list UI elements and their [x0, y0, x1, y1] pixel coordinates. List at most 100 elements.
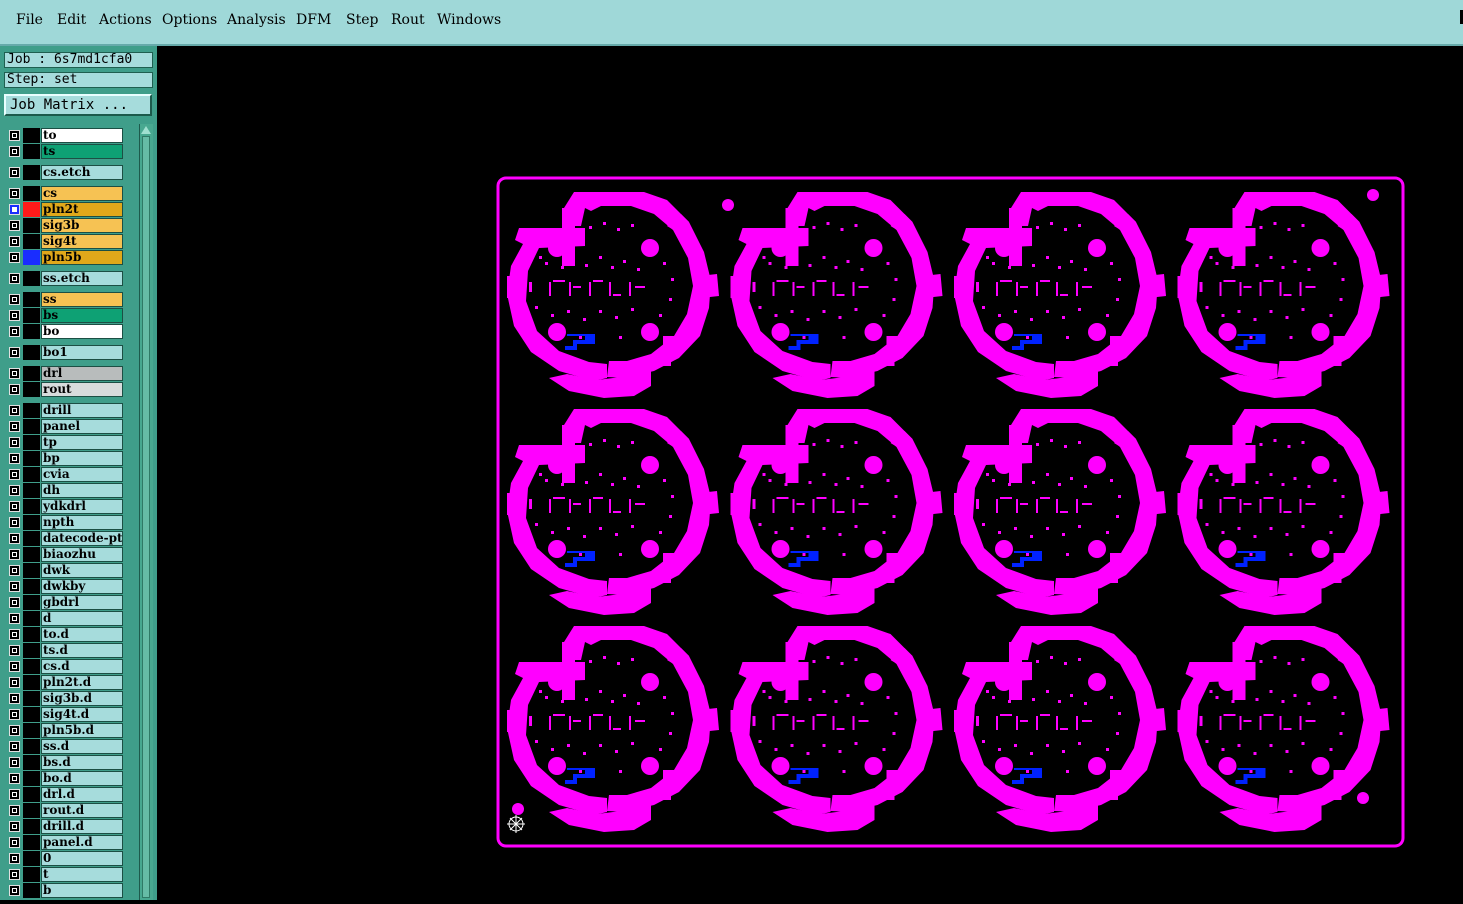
layer-color-swatch[interactable] [23, 803, 40, 818]
menu-edit[interactable]: Edit [57, 12, 86, 28]
layer-row[interactable]: cs.etch [4, 165, 126, 180]
layer-checkbox[interactable] [9, 204, 20, 215]
layer-name[interactable]: cs [41, 186, 123, 201]
layer-row[interactable]: sig4t [4, 234, 126, 249]
layer-name[interactable]: bo1 [41, 345, 123, 360]
layer-row[interactable]: gbdrl [4, 595, 126, 610]
layer-row[interactable]: npth [4, 515, 126, 530]
layer-color-swatch[interactable] [23, 419, 40, 434]
layer-row[interactable]: bs [4, 308, 126, 323]
layer-row[interactable]: drill.d [4, 819, 126, 834]
layer-name[interactable]: drill [41, 403, 123, 418]
layer-row[interactable]: d [4, 611, 126, 626]
layer-checkbox[interactable] [9, 565, 20, 576]
layer-name[interactable]: pln5b [41, 250, 123, 265]
layer-color-swatch[interactable] [23, 382, 40, 397]
layer-color-swatch[interactable] [23, 271, 40, 286]
layer-name[interactable]: ss.etch [41, 271, 123, 286]
layer-color-swatch[interactable] [23, 292, 40, 307]
layer-row[interactable]: rout.d [4, 803, 126, 818]
layer-name[interactable]: to [41, 128, 123, 143]
layer-checkbox[interactable] [9, 661, 20, 672]
layer-name[interactable]: bp [41, 451, 123, 466]
layer-row[interactable]: ss.etch [4, 271, 126, 286]
layer-name[interactable]: ts.d [41, 643, 123, 658]
layer-color-swatch[interactable] [23, 234, 40, 249]
layer-name[interactable]: ts [41, 144, 123, 159]
layer-checkbox[interactable] [9, 421, 20, 432]
layer-checkbox[interactable] [9, 146, 20, 157]
layer-checkbox[interactable] [9, 501, 20, 512]
layer-name[interactable]: bs.d [41, 755, 123, 770]
layer-color-swatch[interactable] [23, 851, 40, 866]
layer-row[interactable]: 0 [4, 851, 126, 866]
layer-row[interactable]: t [4, 867, 126, 882]
layer-color-swatch[interactable] [23, 835, 40, 850]
layer-name[interactable]: bo.d [41, 771, 123, 786]
layer-checkbox[interactable] [9, 485, 20, 496]
layer-color-swatch[interactable] [23, 451, 40, 466]
layer-name[interactable]: ss [41, 292, 123, 307]
layer-checkbox[interactable] [9, 725, 20, 736]
layer-name[interactable]: pln5b.d [41, 723, 123, 738]
layer-name[interactable]: bs [41, 308, 123, 323]
layer-checkbox[interactable] [9, 294, 20, 305]
layer-checkbox[interactable] [9, 347, 20, 358]
layer-row[interactable]: bo [4, 324, 126, 339]
layer-name[interactable]: t [41, 867, 123, 882]
layer-color-swatch[interactable] [23, 250, 40, 265]
layer-color-swatch[interactable] [23, 675, 40, 690]
layer-name[interactable]: sig3b [41, 218, 123, 233]
layer-checkbox[interactable] [9, 469, 20, 480]
layer-color-swatch[interactable] [23, 531, 40, 546]
layer-row[interactable]: drl [4, 366, 126, 381]
layer-row[interactable]: bs.d [4, 755, 126, 770]
layer-row[interactable]: dwk [4, 563, 126, 578]
layer-row[interactable]: biaozhu [4, 547, 126, 562]
layer-row[interactable]: sig3b.d [4, 691, 126, 706]
layer-checkbox[interactable] [9, 437, 20, 448]
layer-name[interactable]: tp [41, 435, 123, 450]
layer-color-swatch[interactable] [23, 483, 40, 498]
layer-color-swatch[interactable] [23, 723, 40, 738]
layer-name[interactable]: gbdrl [41, 595, 123, 610]
layer-color-swatch[interactable] [23, 611, 40, 626]
layer-checkbox[interactable] [9, 549, 20, 560]
graphic-editor-canvas[interactable] [157, 46, 1463, 900]
layer-row[interactable]: pln5b [4, 250, 126, 265]
layer-color-swatch[interactable] [23, 819, 40, 834]
layer-checkbox[interactable] [9, 645, 20, 656]
layer-row[interactable]: ss.d [4, 739, 126, 754]
layer-name[interactable]: datecode-ptc [41, 531, 123, 546]
layer-row[interactable]: cs.d [4, 659, 126, 674]
layer-checkbox[interactable] [9, 613, 20, 624]
layer-checkbox[interactable] [9, 273, 20, 284]
layer-name[interactable]: sig4t.d [41, 707, 123, 722]
layer-row[interactable]: pln2t [4, 202, 126, 217]
layer-row[interactable]: rout [4, 382, 126, 397]
layer-row[interactable]: ss [4, 292, 126, 307]
layer-color-swatch[interactable] [23, 499, 40, 514]
layer-color-swatch[interactable] [23, 579, 40, 594]
layer-name[interactable]: panel [41, 419, 123, 434]
layer-color-swatch[interactable] [23, 186, 40, 201]
layer-row[interactable]: dh [4, 483, 126, 498]
layer-name[interactable]: b [41, 883, 123, 898]
layer-row[interactable]: cs [4, 186, 126, 201]
layer-checkbox[interactable] [9, 220, 20, 231]
layer-color-swatch[interactable] [23, 771, 40, 786]
layer-row[interactable]: cvia [4, 467, 126, 482]
layer-checkbox[interactable] [9, 709, 20, 720]
layer-row[interactable]: panel.d [4, 835, 126, 850]
layer-checkbox[interactable] [9, 368, 20, 379]
layer-color-swatch[interactable] [23, 467, 40, 482]
layer-name[interactable]: to.d [41, 627, 123, 642]
layer-checkbox[interactable] [9, 384, 20, 395]
layer-checkbox[interactable] [9, 167, 20, 178]
layer-row[interactable]: to [4, 128, 126, 143]
layer-name[interactable]: rout [41, 382, 123, 397]
job-matrix-button[interactable]: Job Matrix ... [4, 94, 152, 116]
layer-row[interactable]: pln2t.d [4, 675, 126, 690]
menu-actions[interactable]: Actions [99, 12, 152, 28]
layer-name[interactable]: cvia [41, 467, 123, 482]
